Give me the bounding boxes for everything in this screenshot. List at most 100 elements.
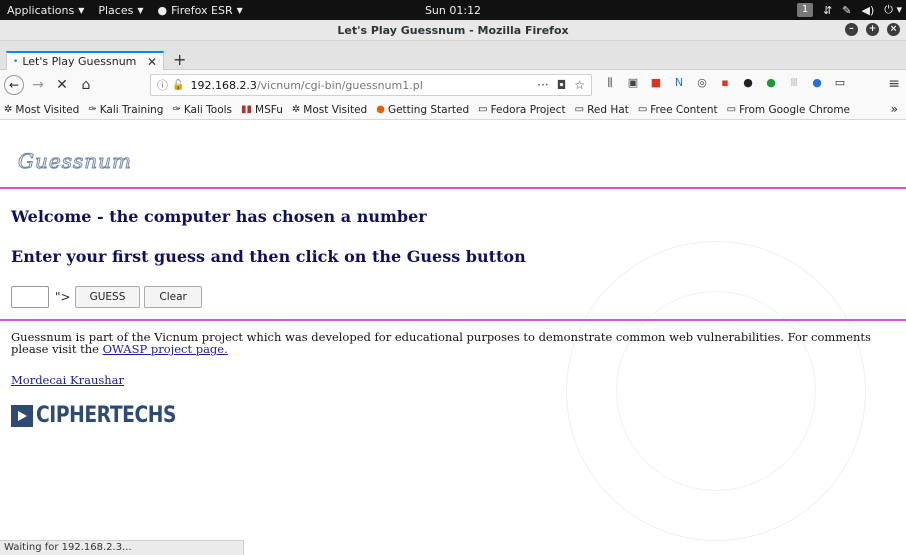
ciphertechs-mark-icon	[11, 404, 33, 427]
hamburger-menu-icon[interactable]: ≡	[888, 76, 900, 92]
project-info: Guessnum is part of the Vicnum project w…	[11, 331, 891, 355]
bookmark-label: Fedora Project	[490, 103, 566, 116]
url-host: 192.168.2.3	[190, 78, 257, 92]
url-bar[interactable]: ⓘ 🔓 192.168.2.3/vicnum/cgi-bin/guessnum1…	[150, 74, 592, 96]
power-icon[interactable]: ⏻ ▾	[884, 3, 902, 17]
new-tab-button[interactable]: +	[173, 50, 186, 69]
insecure-lock-icon[interactable]: 🔓	[172, 80, 184, 91]
bookmark-kali-training[interactable]: ✑ Kali Training	[88, 104, 163, 116]
url-path: /vicnum/cgi-bin/guessnum1.pl	[256, 78, 423, 92]
extension-blue-icon[interactable]: ●	[811, 77, 823, 89]
bookmark-label: Red Hat	[587, 103, 629, 116]
workspace-indicator[interactable]: 1	[797, 3, 814, 17]
gear-icon: ✲	[291, 104, 301, 115]
bookmark-label: Free Content	[650, 103, 718, 116]
divider	[0, 319, 906, 321]
ciphertechs-logo: CIPHERTECHS	[11, 403, 201, 428]
loading-icon: •	[13, 56, 19, 67]
bookmark-red-hat[interactable]: ▭ Red Hat	[575, 104, 629, 116]
status-bar: Waiting for 192.168.2.3...	[0, 540, 244, 555]
tab-lets-play-guessnum[interactable]: • Let's Play Guessnum ✕	[6, 51, 164, 70]
author-link[interactable]: Mordecai Kraushar	[11, 373, 124, 387]
guess-button[interactable]: GUESS	[74, 286, 141, 308]
msf-icon: ▮▮	[241, 104, 253, 115]
bookmark-label: Getting Started	[387, 103, 470, 116]
arrow-left-icon: ←	[8, 78, 20, 92]
forward-button[interactable]: →	[26, 77, 50, 93]
folder-icon: ▭	[574, 104, 585, 115]
stray-text: ">	[55, 290, 71, 304]
extension-bars-icon[interactable]: Ⅲ	[788, 77, 800, 89]
extension-n-icon[interactable]: N	[673, 77, 685, 89]
extension-square-icon[interactable]: ▪	[719, 77, 731, 89]
bookmark-star-icon[interactable]: ☆	[574, 78, 585, 92]
extension-circle-icon[interactable]: ◎	[696, 77, 708, 89]
firefox-icon: ●	[157, 3, 168, 17]
bookmark-getting-started[interactable]: ● Getting Started	[376, 104, 469, 116]
bookmarks-toolbar: ✲ Most Visited ✑ Kali Training ✑ Kali Tools…	[0, 100, 906, 120]
page-content: Guessnum Welcome - the computer has chos…	[0, 121, 906, 541]
bookmark-free-content[interactable]: ▭ Free Content	[638, 104, 718, 116]
firefox-app-label: Firefox ESR	[171, 3, 233, 17]
pen-icon[interactable]: ✎	[842, 4, 851, 17]
library-icon[interactable]: ⫼	[604, 77, 616, 89]
network-icon[interactable]: ⇵	[823, 4, 832, 17]
pocket-icon[interactable]: ◘	[557, 78, 567, 92]
home-button[interactable]: ⌂	[74, 77, 98, 93]
bookmark-most-visited[interactable]: ✲ Most Visited	[4, 104, 79, 116]
folder-icon: ▭	[726, 104, 737, 115]
bookmark-fedora-project[interactable]: ▭ Fedora Project	[478, 104, 565, 116]
volume-icon[interactable]: ◀)	[862, 4, 875, 17]
extension-green-icon[interactable]: ●	[765, 77, 777, 89]
close-tab-icon[interactable]: ✕	[147, 55, 157, 69]
bookmark-msfu[interactable]: ▮▮ MSFu	[241, 104, 283, 116]
system-top-bar: Sun 01:12 Applications ▼ Places ▼ ● Firefox…	[0, 0, 906, 20]
bookmark-label: Kali Tools	[183, 103, 233, 116]
minimize-button[interactable]: –	[845, 23, 858, 36]
folder-icon: ▭	[637, 104, 648, 115]
bookmark-label: MSFu	[255, 103, 283, 116]
firefox-app-menu[interactable]: ● Firefox ESR ▼	[151, 0, 250, 20]
applications-menu[interactable]: Applications ▼	[0, 0, 91, 20]
ciphertechs-wordmark: CIPHERTECHS	[36, 403, 177, 428]
guess-form: "> GUESS Clear	[11, 286, 206, 308]
bookmark-kali-tools[interactable]: ✑ Kali Tools	[172, 104, 232, 116]
chevron-down-icon: ▼	[78, 5, 85, 15]
firefox-icon: ●	[376, 104, 385, 115]
extension-red-icon[interactable]: ■	[650, 77, 662, 89]
stop-button[interactable]: ✕	[50, 77, 74, 93]
maximize-button[interactable]: +	[866, 23, 879, 36]
bookmark-most-visited-2[interactable]: ✲ Most Visited	[292, 104, 367, 116]
sidebar-icon[interactable]: ▣	[627, 77, 639, 89]
back-button[interactable]: ←	[4, 75, 24, 95]
extension-dark-circle-icon[interactable]: ●	[742, 77, 754, 89]
places-label: Places	[98, 3, 134, 17]
extension-monitor-icon[interactable]: ▭	[834, 77, 846, 89]
owasp-link[interactable]: OWASP project page.	[103, 342, 228, 356]
kali-icon: ✑	[88, 104, 97, 115]
gear-icon: ✲	[4, 104, 13, 115]
close-window-button[interactable]: ×	[887, 23, 900, 36]
window-title: Let's Play Guessnum - Mozilla Firefox	[337, 23, 569, 37]
places-menu[interactable]: Places ▼	[91, 0, 150, 20]
guess-input[interactable]	[11, 286, 49, 308]
chevron-right-icon[interactable]: »	[891, 102, 898, 116]
page-actions-icon[interactable]: ···	[537, 78, 548, 92]
bookmark-label: Kali Training	[99, 103, 164, 116]
navigation-bar: ← → ✕ ⌂ ⓘ 🔓 192.168.2.3/vicnum/cgi-bin/g…	[0, 70, 906, 100]
clear-button[interactable]: Clear	[144, 286, 202, 308]
window-titlebar: Let's Play Guessnum - Mozilla Firefox – …	[0, 20, 906, 41]
info-icon[interactable]: ⓘ	[157, 77, 168, 93]
home-icon: ⌂	[81, 77, 91, 93]
applications-label: Applications	[7, 3, 75, 17]
welcome-heading: Welcome - the computer has chosen a numb…	[11, 207, 427, 226]
instruction-heading: Enter your first guess and then click on…	[11, 247, 526, 266]
arrow-right-icon: →	[32, 77, 44, 93]
tab-title: Let's Play Guessnum	[22, 55, 137, 68]
close-icon: ✕	[56, 77, 68, 93]
clock[interactable]: Sun 01:12	[425, 4, 481, 17]
kali-icon: ✑	[172, 104, 181, 115]
bookmark-from-google-chrome[interactable]: ▭ From Google Chrome	[727, 104, 850, 116]
bookmark-label: Most Visited	[15, 103, 80, 116]
divider	[0, 187, 906, 189]
